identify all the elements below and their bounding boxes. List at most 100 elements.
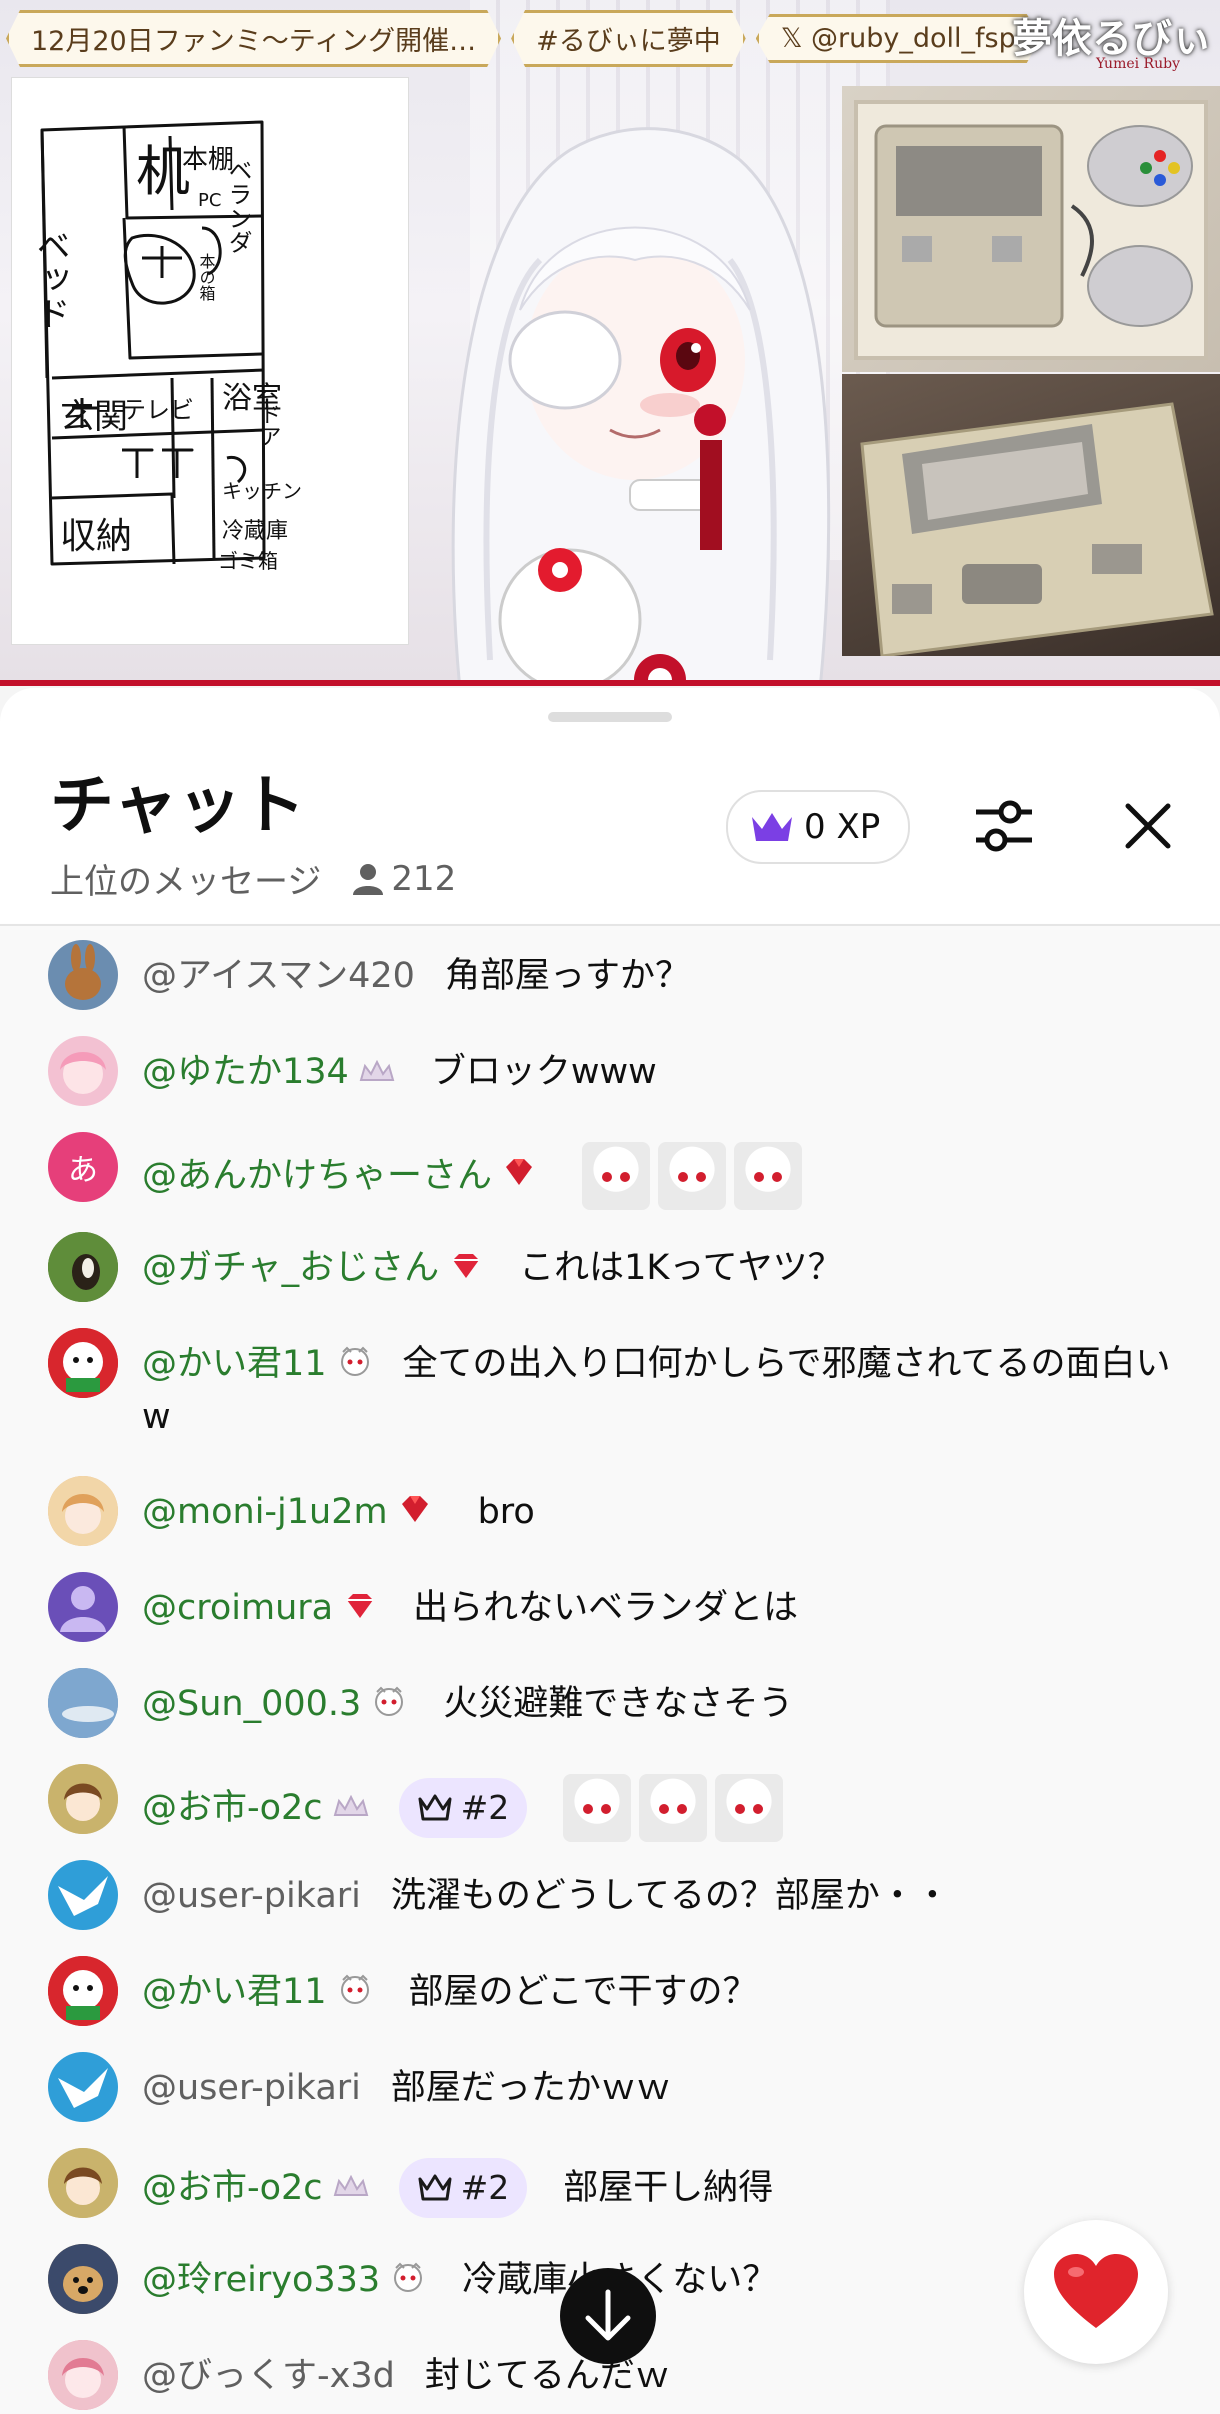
console-box-photo — [842, 86, 1220, 372]
avatar[interactable] — [48, 1860, 118, 1930]
avatar[interactable]: あ — [48, 1132, 118, 1202]
message-author[interactable]: @user-pikari — [142, 2068, 361, 2108]
message-author[interactable]: @びっくす-x3d — [142, 2356, 395, 2396]
chat-message[interactable]: @croimura 出られないベランダとは — [48, 1572, 1178, 1642]
player-progress-strip — [0, 680, 1220, 686]
sky-avatar-icon — [48, 1668, 118, 1738]
streamer-logo-sub: Yumei Ruby — [1096, 56, 1180, 72]
xp-label: 0 XP — [804, 807, 881, 847]
chat-filter[interactable]: 上位のメッセージ 212 — [50, 854, 456, 903]
avatar[interactable] — [48, 1328, 118, 1398]
chat-message[interactable]: @user-pikari 洗濯ものどうしてるの？部屋か・・ — [48, 1860, 1178, 1930]
anime-girl-avatar-icon — [48, 1476, 118, 1546]
message-text: 火災避難できなさそう — [443, 1684, 794, 1724]
avatar[interactable] — [48, 1572, 118, 1642]
chat-message[interactable]: @お市-o2c #2 — [48, 1764, 1178, 1842]
drag-handle[interactable] — [548, 712, 672, 722]
avatar[interactable] — [48, 1668, 118, 1738]
message-author[interactable]: @moni-j1u2m — [142, 1492, 388, 1532]
chat-message[interactable]: @アイスマン420 角部屋っすか？ — [48, 940, 1178, 1010]
message-author[interactable]: @玲reiryo333 — [142, 2260, 380, 2300]
label-book-box: 本の箱 — [197, 253, 216, 301]
avatar[interactable] — [48, 1956, 118, 2026]
chat-message[interactable]: @Sun_000.3 火災避難できなさそう — [48, 1668, 1178, 1738]
viewer-count-value: 212 — [391, 858, 457, 899]
console-cartridge-image — [860, 402, 1214, 656]
floor-plan-sketch: ベッド 机 本棚 ベランダ PC 本の箱 ドア 浴室 キッチン 冷蔵庫 玄関 テ… — [12, 78, 408, 644]
chat-panel: チャット 上位のメッセージ 212 0 XP @アイスマン420 角部屋っすか？… — [0, 688, 1220, 2414]
chat-title: チャット — [50, 769, 306, 843]
chat-message[interactable]: @かい君11 部屋のどこで干すの？ — [48, 1956, 1178, 2026]
chat-message[interactable]: @ゆたか134 ブロックwww — [48, 1036, 1178, 1106]
message-author[interactable]: @アイスマン420 — [142, 956, 415, 996]
chat-message-list[interactable]: @アイスマン420 角部屋っすか？ @ゆたか134 ブロックwww あ @あんかけち… — [0, 926, 1220, 2414]
girl-avatar-icon — [48, 2148, 118, 2218]
heart-icon — [1054, 2254, 1138, 2328]
bird-avatar-icon — [58, 2068, 108, 2108]
message-text: bro — [477, 1492, 535, 1532]
label-tv: テレビ — [122, 396, 194, 424]
avatar[interactable] — [48, 1764, 118, 1834]
message-author[interactable]: @お市-o2c — [142, 2162, 323, 2214]
console-box-image — [854, 100, 1208, 360]
label-entrance: 玄関 — [60, 397, 128, 437]
person-icon — [353, 863, 384, 895]
message-author[interactable]: @ゆたか134 — [142, 1052, 349, 1092]
chat-message[interactable]: @ガチャ_おじさん これは1Kってヤツ？ — [48, 1232, 1178, 1302]
label-pc: PC — [198, 190, 221, 211]
ruby-badge-icon — [398, 1487, 432, 1539]
message-author[interactable]: @お市-o2c — [142, 1782, 323, 1834]
message-author[interactable]: @ガチャ_おじさん — [142, 1248, 439, 1288]
chat-message[interactable]: @かい君11 全ての出入り口何かしらで邪魔されてるの面白いw — [48, 1328, 1178, 1443]
chat-filter-label[interactable]: 上位のメッセージ — [50, 854, 321, 903]
scroll-to-bottom-button[interactable] — [560, 2268, 656, 2364]
label-bed: ベッド — [30, 228, 70, 330]
message-text: 封じてるんだｗ — [424, 2356, 670, 2396]
message-author[interactable]: @あんかけちゃーさん — [142, 1150, 492, 1202]
label-veranda: ベランダ — [224, 158, 252, 254]
avatar[interactable] — [48, 1232, 118, 1302]
rank-badge: #2 — [398, 1778, 528, 1838]
avatar[interactable] — [48, 2340, 118, 2410]
xp-button[interactable]: 0 XP — [726, 790, 911, 864]
message-text: 部屋だったかｗｗ — [390, 2068, 671, 2108]
chat-message[interactable]: あ @あんかけちゃーさん — [48, 1132, 1178, 1210]
stream-preview[interactable]: 12月20日ファンミ〜ティング開催… #るびぃに夢中 𝕏 @ruby_doll_… — [0, 0, 1220, 686]
cat-mascot-avatar-icon — [48, 1956, 118, 2026]
chat-message[interactable]: @user-pikari 部屋だったかｗｗ — [48, 2052, 1178, 2122]
chat-settings-button[interactable] — [964, 786, 1044, 866]
mascot-badge-icon — [371, 1679, 407, 1731]
avatar[interactable] — [48, 2148, 118, 2218]
chat-message[interactable]: @お市-o2c #2 部屋干し納得 — [48, 2148, 1178, 2218]
message-author[interactable]: @かい君11 — [142, 1972, 327, 2012]
floor-plan-drawing: ベッド 机 本棚 ベランダ PC 本の箱 ドア 浴室 キッチン 冷蔵庫 玄関 テ… — [30, 120, 302, 573]
mascot-badge-icon — [337, 1339, 373, 1391]
message-author[interactable]: @Sun_000.3 — [142, 1684, 361, 1724]
console-cartridge-photo — [842, 374, 1220, 656]
avatar[interactable] — [48, 2052, 118, 2122]
cat-mascot-avatar-icon — [48, 1328, 118, 1398]
label-bath: 浴室 — [222, 381, 282, 416]
crown-icon — [752, 813, 792, 841]
emote — [734, 1142, 803, 1210]
avatar[interactable] — [48, 940, 118, 1010]
mascot-badge-icon — [337, 1967, 373, 2019]
avatar[interactable] — [48, 1476, 118, 1546]
message-author[interactable]: @user-pikari — [142, 1876, 361, 1916]
dog-avatar-icon — [48, 2244, 118, 2314]
reaction-heart-button[interactable] — [1024, 2220, 1168, 2364]
chat-message[interactable]: @moni-j1u2m bro — [48, 1476, 1178, 1546]
label-trash: ゴミ箱 — [218, 549, 278, 573]
close-icon — [1125, 803, 1171, 849]
message-author[interactable]: @かい君11 — [142, 1344, 327, 1384]
close-chat-button[interactable] — [1108, 786, 1188, 866]
avatar[interactable] — [48, 2244, 118, 2314]
crown-outline-icon — [418, 1794, 452, 1821]
message-author[interactable]: @croimura — [142, 1588, 333, 1628]
crown-outline-icon — [418, 2174, 452, 2201]
avatar-letter: あ — [68, 1153, 98, 1188]
rank-label: #2 — [460, 1788, 510, 1827]
tiara-badge-icon — [359, 1047, 395, 1099]
avatar[interactable] — [48, 1036, 118, 1106]
emote — [639, 1774, 708, 1842]
